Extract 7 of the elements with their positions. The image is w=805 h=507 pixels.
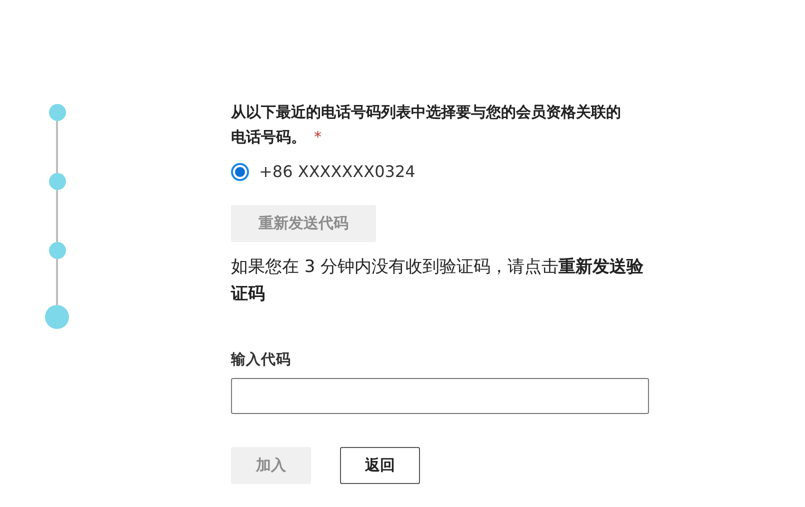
code-input-field[interactable] — [231, 378, 649, 414]
back-button[interactable]: 返回 — [340, 447, 420, 484]
phone-number-option[interactable]: +86 XXXXXXX0324 — [259, 162, 416, 181]
prompt-text: 从以下最近的电话号码列表中选择要与您的会员资格关联的电话号码。 * — [231, 102, 622, 148]
field-label: 输入代码 — [231, 350, 292, 369]
hint-text: 如果您在 3 分钟内没有收到验证码，请点击重新发送验证码 — [231, 256, 645, 306]
radio-button[interactable] — [231, 162, 249, 180]
